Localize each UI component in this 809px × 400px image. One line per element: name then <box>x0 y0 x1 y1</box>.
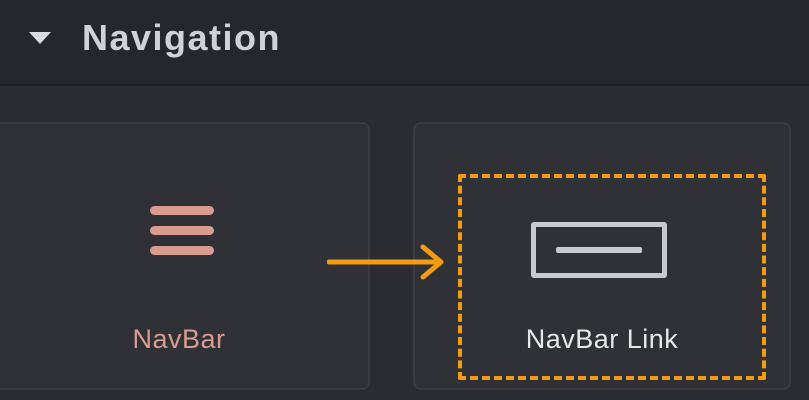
widget-label-navbar: NavBar <box>132 324 226 354</box>
widget-panel: Navigation NavBar NavBar Link <box>0 0 809 400</box>
section-title: Navigation <box>82 17 282 58</box>
widget-card-navbar[interactable]: NavBar <box>0 122 370 390</box>
highlight-box <box>458 174 766 380</box>
section-header[interactable]: Navigation <box>0 0 809 86</box>
hamburger-menu-icon <box>150 206 214 256</box>
caret-down-icon[interactable] <box>29 32 51 44</box>
right-arrow-icon <box>327 244 444 280</box>
